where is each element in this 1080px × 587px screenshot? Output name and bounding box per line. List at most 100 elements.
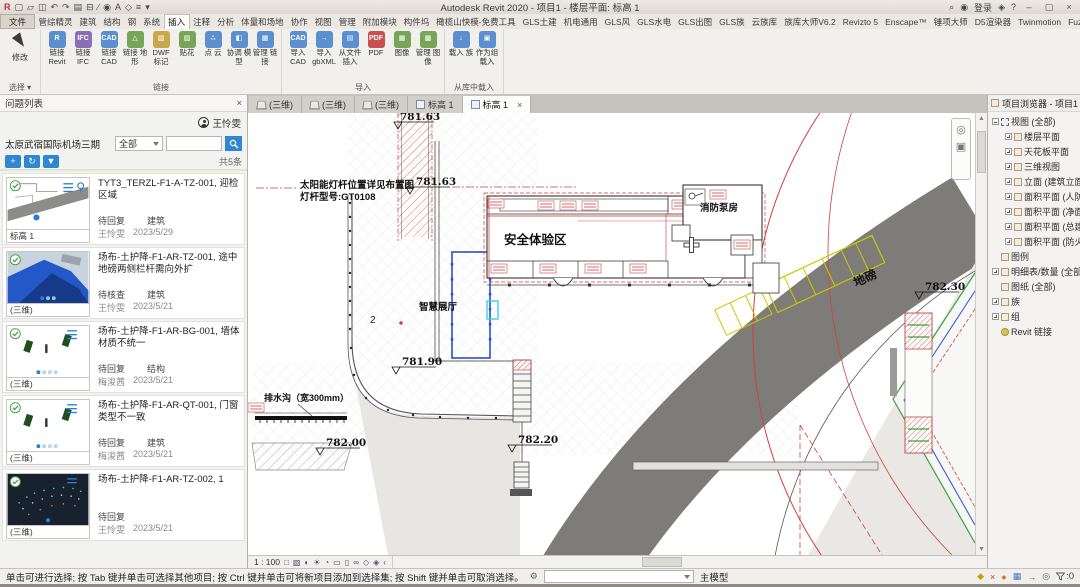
help-icon[interactable]: ?	[1011, 2, 1016, 12]
ribbon-button[interactable]: ▦ 管理 链接	[252, 30, 278, 66]
ribbon-tab[interactable]: 锤项大师	[930, 14, 971, 29]
floor-plan-canvas[interactable]: 地磅	[248, 113, 975, 555]
tree-item[interactable]: 面积平面 (净面积)	[988, 204, 1080, 219]
tree-item[interactable]: 明细表/数量 (全部)	[988, 264, 1080, 279]
ribbon-tab[interactable]: 钢	[124, 14, 140, 29]
scrollbar-thumb[interactable]	[977, 131, 986, 173]
tree-item[interactable]: 族	[988, 294, 1080, 309]
tree-item[interactable]: 视图 (全部)	[988, 114, 1080, 129]
view-control-icon[interactable]: ◇	[363, 558, 369, 567]
ribbon-tab[interactable]: 结构	[100, 14, 124, 29]
tree-expander[interactable]	[1005, 178, 1012, 185]
ribbon-tab[interactable]: 注释	[190, 14, 214, 29]
ribbon-tab[interactable]: GLS族	[716, 14, 749, 29]
issue-filter-select[interactable]: 全部	[115, 136, 163, 151]
qat-icon[interactable]: ⊟	[86, 1, 94, 14]
qat-icon[interactable]: ▱	[27, 1, 34, 14]
qat-icon[interactable]: ◫	[38, 1, 47, 14]
ribbon-tab[interactable]: 插入	[164, 14, 190, 29]
tree-item[interactable]: 图纸 (全部)	[988, 279, 1080, 294]
ribbon-tab[interactable]: 分析	[214, 14, 238, 29]
qat-icon[interactable]: ↶	[50, 1, 58, 14]
tree-item[interactable]: 组	[988, 309, 1080, 324]
ribbon-tab[interactable]: GLS土建	[519, 14, 560, 29]
view-control-icon[interactable]: □	[284, 558, 289, 567]
view-tab-close-icon[interactable]: ×	[517, 100, 522, 110]
steering-wheel-icon[interactable]: ◎	[956, 123, 966, 136]
qat-icon[interactable]: ∕	[98, 1, 100, 14]
ribbon-tab[interactable]: 附加模块	[359, 14, 400, 29]
tree-expander[interactable]	[1005, 133, 1012, 140]
qat-icon[interactable]: ↷	[62, 1, 70, 14]
ribbon-button[interactable]: ∴ 点 云	[200, 30, 226, 58]
ribbon-tab[interactable]: Twinmotion	[1015, 14, 1065, 29]
tree-expander[interactable]	[992, 298, 999, 305]
ribbon-tab[interactable]: 云族库	[748, 14, 781, 29]
ribbon-tab[interactable]: 机电通用	[560, 14, 601, 29]
view-control-icon[interactable]: ▭	[333, 558, 341, 567]
qat-icon[interactable]: ◇	[125, 1, 132, 14]
ribbon-tab[interactable]: 族库大师V6.2	[781, 14, 840, 29]
drag-on-selection-icon[interactable]: ◎	[1042, 571, 1050, 582]
selection-filter[interactable]: :0	[1056, 571, 1074, 582]
view-tab[interactable]: 标高 1	[408, 96, 463, 113]
close-button[interactable]: ×	[1062, 2, 1076, 12]
ribbon-tab[interactable]: Fuzor Plugin	[1065, 14, 1080, 29]
view-control-icon[interactable]: ◔	[324, 558, 329, 567]
view-control-icon[interactable]: ‹	[383, 558, 386, 567]
qat-icon[interactable]: ▢	[15, 1, 24, 14]
ribbon-tab[interactable]: 体量和场地	[238, 14, 288, 29]
tree-expander[interactable]	[1005, 148, 1012, 155]
qat-icon[interactable]: A	[115, 1, 121, 14]
tree-item[interactable]: 图例	[988, 249, 1080, 264]
app-store-icon[interactable]: ◈	[998, 2, 1005, 13]
view-tab[interactable]: (三维)	[355, 96, 408, 113]
tree-item[interactable]: 面积平面 (人防分区面积)	[988, 189, 1080, 204]
qat-icon[interactable]: ▤	[74, 1, 83, 14]
tree-item[interactable]: 三维视图	[988, 159, 1080, 174]
list-item[interactable]: (三维) 场布-土护降-F1-AR-TZ-002, 1 待回复 王怜雯2023/…	[2, 469, 245, 541]
view-control-icon[interactable]: ◈	[373, 558, 379, 567]
ribbon-button[interactable]: ↓ 载入 族	[448, 30, 474, 58]
tree-expander[interactable]	[992, 313, 999, 320]
ribbon-tab[interactable]: 橄榄山快模-免费工具	[433, 14, 519, 29]
tree-expander[interactable]	[1005, 238, 1012, 245]
search-icon[interactable]: ⌕	[949, 2, 954, 13]
ribbon-button[interactable]: IFC 链接 IFC	[70, 30, 96, 66]
ribbon-button[interactable]: ▨ 贴花	[174, 30, 200, 58]
tree-expander[interactable]	[1005, 223, 1012, 230]
tree-expander[interactable]	[1005, 193, 1012, 200]
select-links-icon[interactable]: ▦	[1013, 571, 1022, 582]
scrollbar-thumb[interactable]	[642, 557, 682, 567]
modify-button[interactable]: 修改	[3, 30, 37, 63]
ribbon-tab[interactable]: 构件坞	[400, 14, 433, 29]
ribbon-tab[interactable]: Enscape™	[882, 14, 931, 29]
view-control-icon[interactable]: ▯	[345, 558, 349, 567]
refresh-button[interactable]: ↻	[24, 155, 40, 168]
view-control-icon[interactable]: ▧	[293, 558, 301, 567]
editable-only-icon[interactable]: ●	[1001, 572, 1006, 582]
ribbon-tab[interactable]: GLS水电	[634, 14, 675, 29]
select-panel-label[interactable]: 选择 ▾	[3, 82, 37, 94]
ribbon-button[interactable]: → 导入 gbXML	[311, 30, 337, 66]
ribbon-tab[interactable]: 管综精灵	[35, 14, 76, 29]
issue-search-button[interactable]	[225, 136, 242, 151]
user-icon[interactable]: ◉	[960, 2, 968, 13]
qat-icon[interactable]: ◉	[103, 1, 111, 14]
ribbon-button[interactable]: ▣ 作为组 载入	[474, 30, 500, 66]
tree-item[interactable]: Revit 链接	[988, 324, 1080, 339]
ribbon-button[interactable]: PDF PDF	[363, 30, 389, 58]
ribbon-tab[interactable]: Revizto 5	[839, 14, 881, 29]
ribbon-button[interactable]: ▩ 管理 图像	[415, 30, 441, 66]
qat-icon[interactable]: ▾	[145, 1, 150, 14]
add-issue-button[interactable]: +	[5, 155, 21, 168]
ribbon-tab[interactable]: GLS风	[601, 14, 634, 29]
view-control-icon[interactable]: ◐	[304, 558, 309, 567]
list-item[interactable]: 标高 1 TYT3_TERZL-F1-A-TZ-001, 迎检区域 待回复建筑 …	[2, 173, 245, 245]
ribbon-tab[interactable]: 视图	[311, 14, 335, 29]
tree-expander[interactable]	[1005, 163, 1012, 170]
ribbon-tab[interactable]: D5渲染器	[971, 14, 1014, 29]
ribbon-button[interactable]: △ 链接 地形	[122, 30, 148, 66]
ribbon-tab[interactable]: 协作	[287, 14, 311, 29]
active-workset-select[interactable]	[544, 570, 694, 583]
